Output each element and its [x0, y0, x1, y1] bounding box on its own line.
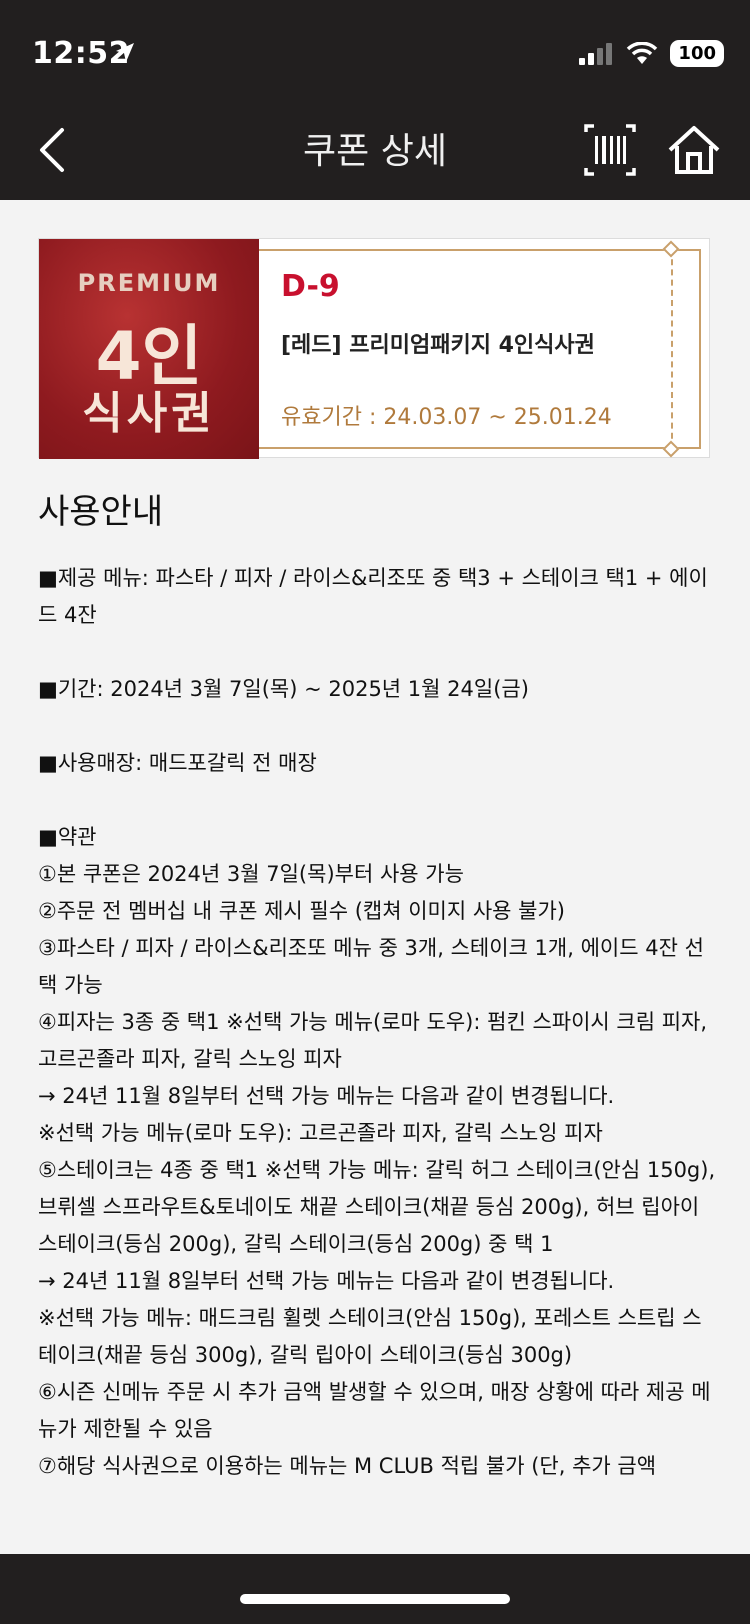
badge-premium-label: PREMIUM [77, 269, 221, 297]
guide-line: ⑦해당 식사권으로 이용하는 메뉴는 M CLUB 적립 불가 (단, 추가 금… [38, 1454, 657, 1478]
home-button[interactable] [664, 122, 724, 178]
usage-guide-text: ■제공 메뉴: 파스타 / 피자 / 라이스&리조또 중 택3 + 스테이크 택… [38, 560, 718, 1485]
home-indicator[interactable] [240, 1594, 510, 1604]
dday-label: D-9 [281, 269, 340, 304]
status-bar: 12:52 100 [0, 0, 750, 100]
home-icon [668, 126, 720, 174]
guide-line: ■약관 [38, 825, 97, 849]
guide-line: ■제공 메뉴: 파스타 / 피자 / 라이스&리조또 중 택3 + 스테이크 택… [38, 566, 708, 627]
guide-line: ④피자는 3종 중 택1 ※선택 가능 메뉴(로마 도우): 펌킨 스파이시 크… [38, 1010, 708, 1071]
location-arrow-icon [116, 43, 134, 62]
guide-line: ③파스타 / 피자 / 라이스&리조또 메뉴 중 3개, 스테이크 1개, 에이… [38, 936, 704, 997]
coupon-badge: PREMIUM 4인 식사권 [39, 239, 259, 459]
guide-line: ⑥시즌 신메뉴 주문 시 추가 금액 발생할 수 있으며, 매장 상황에 따라 … [38, 1380, 711, 1441]
wifi-icon [627, 41, 658, 64]
battery-indicator: 100 [670, 40, 724, 67]
coupon-name: [레드] 프리미엄패키지 4인식사권 [281, 333, 595, 358]
coupon-card: PREMIUM 4인 식사권 D-9 [레드] 프리미엄패키지 4인식사권 유효… [38, 238, 710, 459]
guide-line: ■기간: 2024년 3월 7일(목) ~ 2025년 1월 24일(금) [38, 677, 529, 701]
bottom-bar [0, 1554, 750, 1624]
cellular-signal-icon [579, 42, 613, 65]
guide-line: ⑤스테이크는 4종 중 택1 ※선택 가능 메뉴: 갈릭 허그 스테이크(안심 … [38, 1158, 716, 1256]
barcode-button[interactable] [582, 122, 638, 178]
badge-meal-voucher: 식사권 [82, 388, 216, 439]
guide-line: ※선택 가능 메뉴(로마 도우): 고르곤졸라 피자, 갈릭 스노잉 피자 [38, 1121, 603, 1145]
app-header: 쿠폰 상세 [0, 100, 750, 200]
coupon-stub [671, 249, 701, 449]
usage-guide-title: 사용안내 [38, 492, 164, 532]
content-area[interactable]: PREMIUM 4인 식사권 D-9 [레드] 프리미엄패키지 4인식사권 유효… [0, 200, 750, 1554]
guide-line: ※선택 가능 메뉴: 매드크림 휠렛 스테이크(안심 150g), 포레스트 스… [38, 1306, 702, 1367]
guide-line: ①본 쿠폰은 2024년 3월 7일(목)부터 사용 가능 [38, 862, 464, 886]
guide-line: → 24년 11월 8일부터 선택 가능 메뉴는 다음과 같이 변경됩니다. [38, 1084, 615, 1108]
barcode-icon [584, 124, 636, 176]
guide-line: → 24년 11월 8일부터 선택 가능 메뉴는 다음과 같이 변경됩니다. [38, 1269, 615, 1293]
guide-line: ②주문 전 멤버십 내 쿠폰 제시 필수 (캡쳐 이미지 사용 불가) [38, 899, 566, 923]
coupon-details: D-9 [레드] 프리미엄패키지 4인식사권 유효기간 : 24.03.07 ~… [259, 249, 671, 449]
coupon-validity: 유효기간 : 24.03.07 ~ 25.01.24 [281, 405, 612, 430]
guide-line: ■사용매장: 매드포갈릭 전 매장 [38, 751, 317, 775]
